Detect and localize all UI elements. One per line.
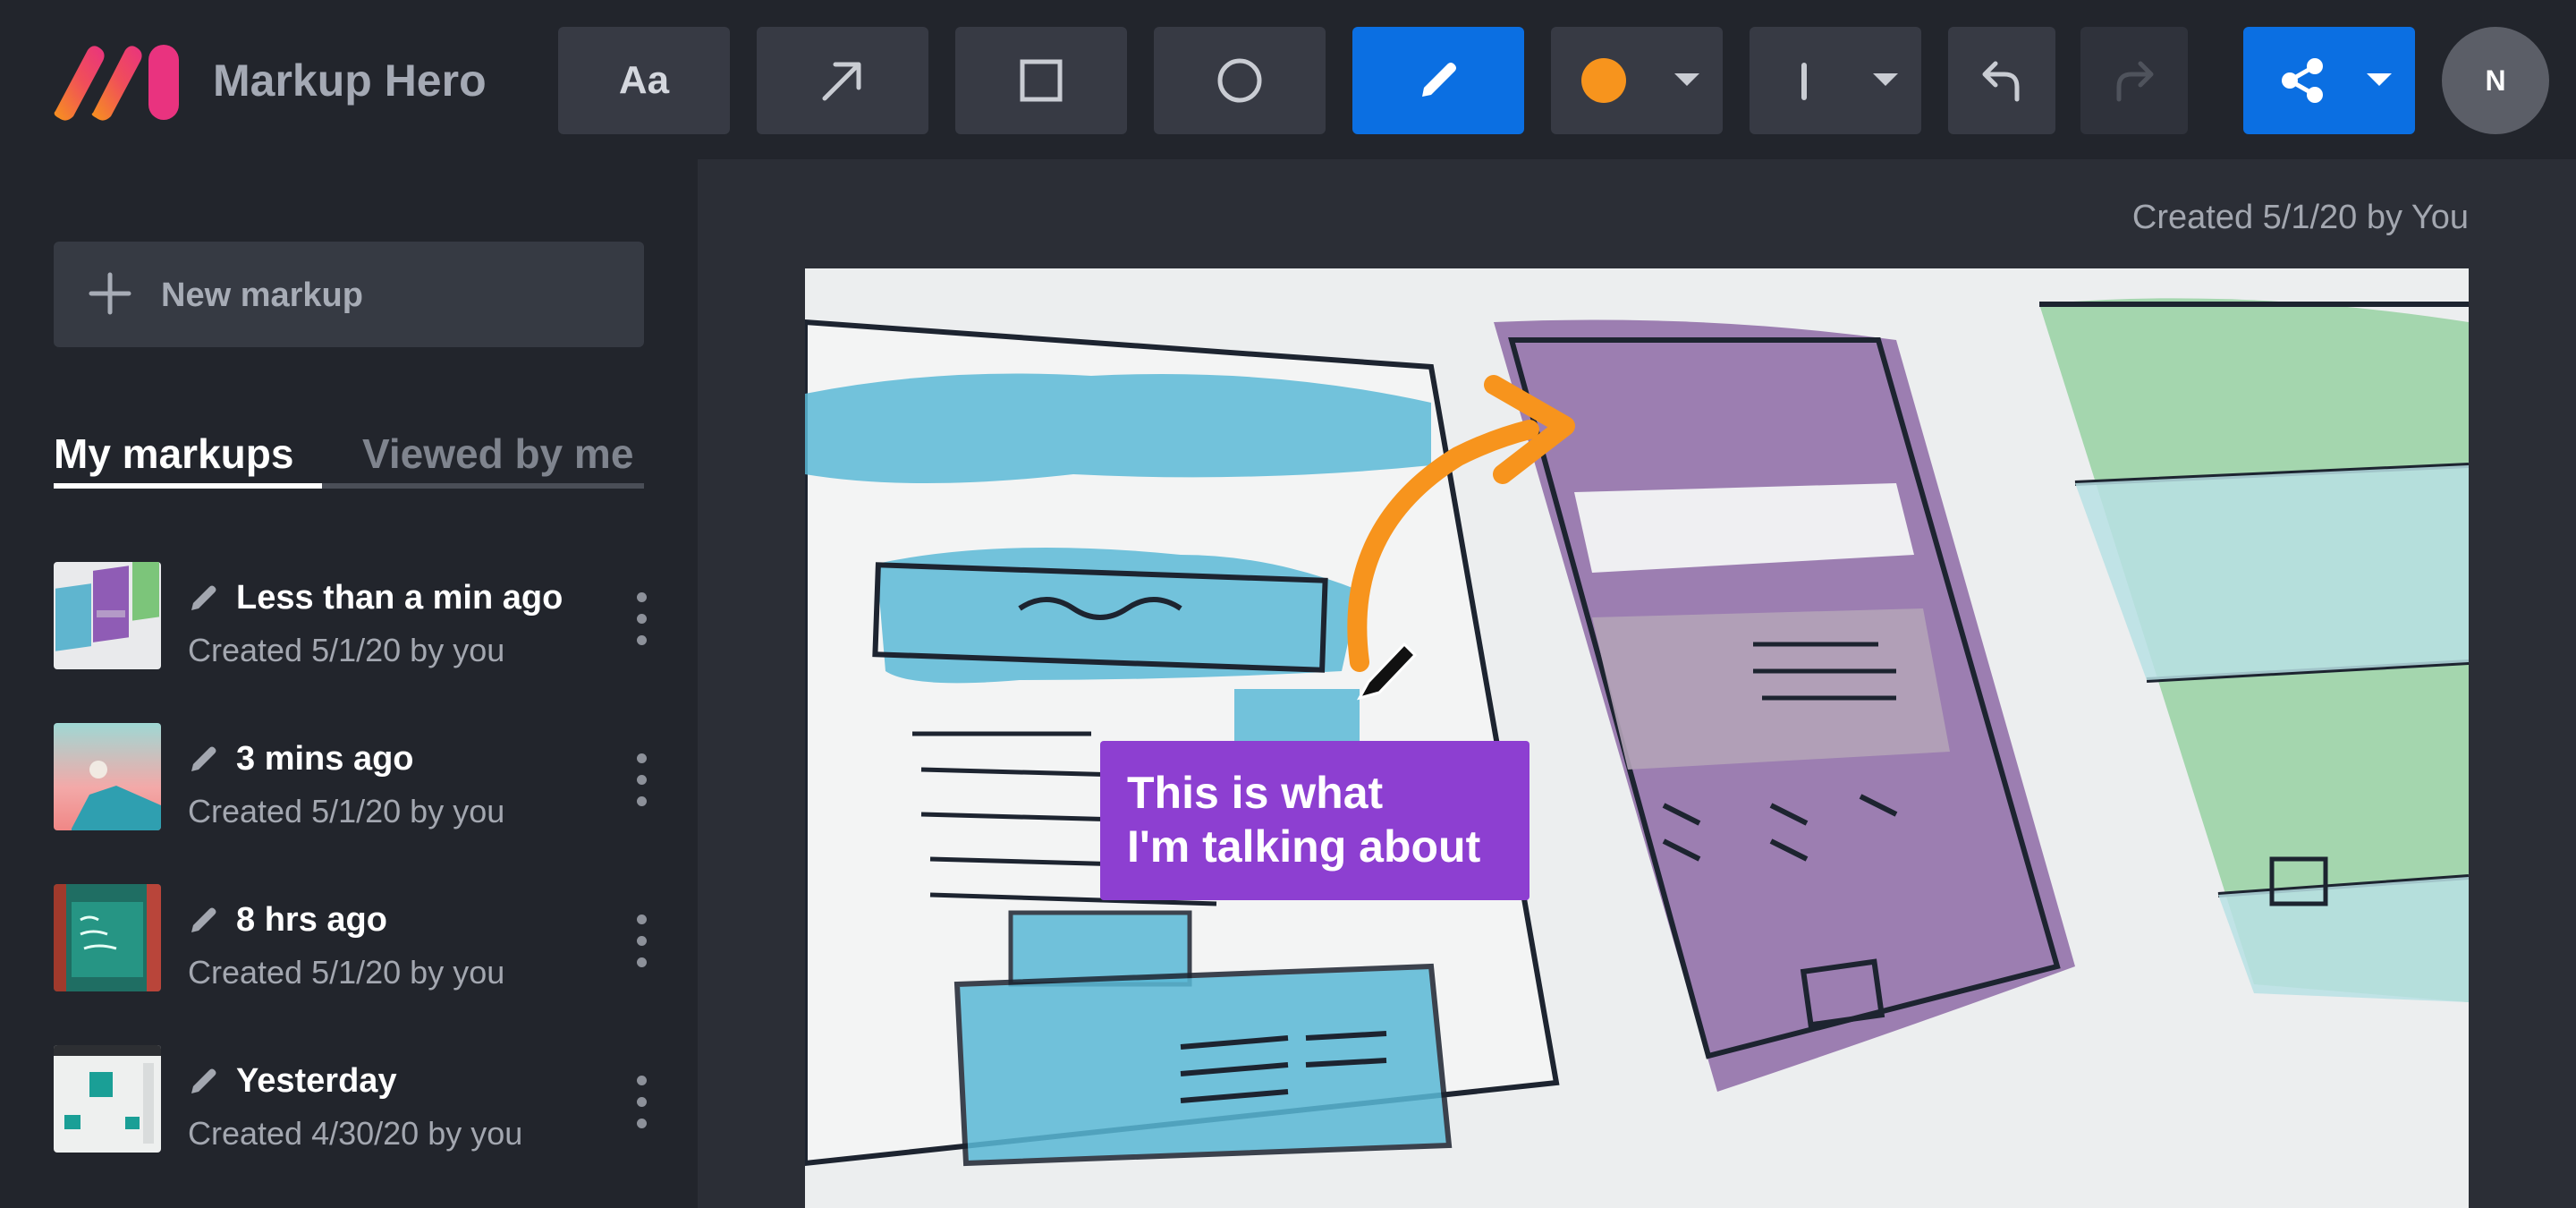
list-item[interactable]: Less than a min ago Created 5/1/20 by yo… xyxy=(0,562,698,723)
markup-item-subtitle: Created 5/1/20 by you xyxy=(188,793,505,829)
share-button[interactable] xyxy=(2243,27,2415,134)
pencil-icon xyxy=(191,585,216,610)
redo-icon xyxy=(2116,61,2154,102)
chevron-down-icon xyxy=(1674,73,1699,86)
new-markup-button[interactable]: New markup xyxy=(54,242,644,347)
markup-thumbnail[interactable] xyxy=(54,562,161,669)
rectangle-icon xyxy=(1020,59,1063,102)
app-title: Markup Hero xyxy=(213,55,487,106)
stroke-width-button[interactable] xyxy=(1750,27,1921,134)
callout-line-1: This is what xyxy=(1127,768,1384,818)
tab-active-indicator xyxy=(54,483,322,489)
markup-canvas[interactable]: This is what I'm talking about xyxy=(805,268,2469,1208)
pencil-icon xyxy=(191,1068,216,1093)
text-callout[interactable]: This is what I'm talking about xyxy=(1100,741,1530,900)
markup-item-title: 3 mins ago xyxy=(236,740,414,778)
rectangle-tool-button[interactable] xyxy=(955,27,1127,134)
app-logo xyxy=(52,41,181,122)
markup-item-subtitle: Created 5/1/20 by you xyxy=(188,632,505,668)
text-tool-button[interactable]: Aa xyxy=(558,27,730,134)
more-options-icon[interactable] xyxy=(631,753,653,807)
markup-tabs: My markups Viewed by me xyxy=(54,426,644,492)
markup-item-subtitle: Created 5/1/20 by you xyxy=(188,954,505,991)
pencil-icon xyxy=(191,746,216,771)
new-markup-label: New markup xyxy=(161,276,363,314)
text-icon: Aa xyxy=(618,58,670,102)
pencil-icon xyxy=(1422,63,1456,97)
tab-my-markups[interactable]: My markups xyxy=(54,426,293,481)
undo-button[interactable] xyxy=(1948,27,2055,134)
color-swatch-icon xyxy=(1581,58,1626,103)
markup-created-meta: Created 5/1/20 by You xyxy=(2131,199,2469,236)
markup-item-title: 8 hrs ago xyxy=(236,901,387,939)
more-options-icon[interactable] xyxy=(631,1076,653,1129)
list-item[interactable]: 8 hrs ago Created 5/1/20 by you xyxy=(0,884,698,1045)
more-options-icon[interactable] xyxy=(631,592,653,646)
list-item[interactable]: Yesterday Created 4/30/20 by you xyxy=(0,1045,698,1206)
markup-thumbnail[interactable] xyxy=(54,884,161,991)
markup-thumbnail[interactable] xyxy=(54,1045,161,1153)
ellipse-tool-button[interactable] xyxy=(1154,27,1326,134)
callout-line-2: I'm talking about xyxy=(1127,821,1481,872)
pencil-icon xyxy=(191,907,216,932)
more-options-icon[interactable] xyxy=(631,915,653,968)
user-avatar[interactable]: N xyxy=(2442,27,2549,134)
color-picker-button[interactable] xyxy=(1551,27,1723,134)
stroke-width-icon xyxy=(1801,63,1807,100)
undo-icon xyxy=(1982,61,2020,102)
plus-icon xyxy=(89,272,131,315)
markup-thumbnail[interactable] xyxy=(54,723,161,830)
redo-button[interactable] xyxy=(2080,27,2188,134)
arrow-icon xyxy=(822,62,861,101)
share-icon xyxy=(2282,58,2323,103)
wireframe-sketch-image xyxy=(805,268,2469,1208)
chevron-down-icon xyxy=(1873,73,1898,86)
list-item[interactable]: 3 mins ago Created 5/1/20 by you xyxy=(0,723,698,884)
tab-viewed-by-me[interactable]: Viewed by me xyxy=(362,426,633,481)
markup-item-title: Less than a min ago xyxy=(236,579,564,617)
markup-item-title: Yesterday xyxy=(236,1062,397,1100)
pen-tool-button[interactable] xyxy=(1352,27,1524,134)
chevron-down-icon xyxy=(2367,73,2392,86)
circle-icon xyxy=(1217,58,1262,103)
top-toolbar: Markup Hero Aa N xyxy=(0,0,2576,159)
arrow-tool-button[interactable] xyxy=(757,27,928,134)
markup-item-subtitle: Created 4/30/20 by you xyxy=(188,1115,523,1152)
